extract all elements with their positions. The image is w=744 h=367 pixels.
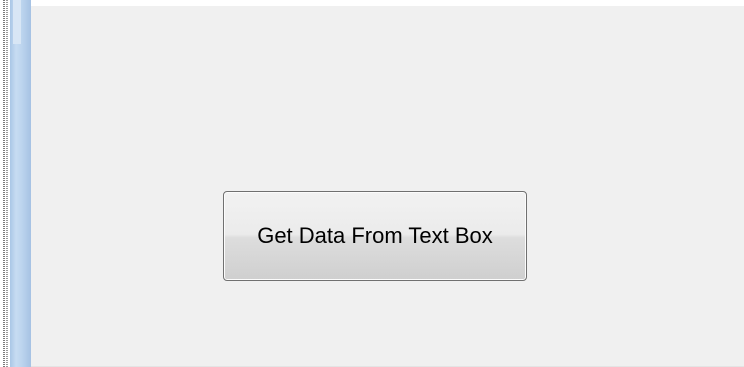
window-frame-left xyxy=(10,0,31,367)
get-data-button[interactable]: Get Data From Text Box xyxy=(223,191,527,281)
form-surface xyxy=(31,0,744,367)
designer-selection-border[interactable] xyxy=(0,0,8,367)
form-designer: Get Data From Text Box xyxy=(0,0,744,367)
